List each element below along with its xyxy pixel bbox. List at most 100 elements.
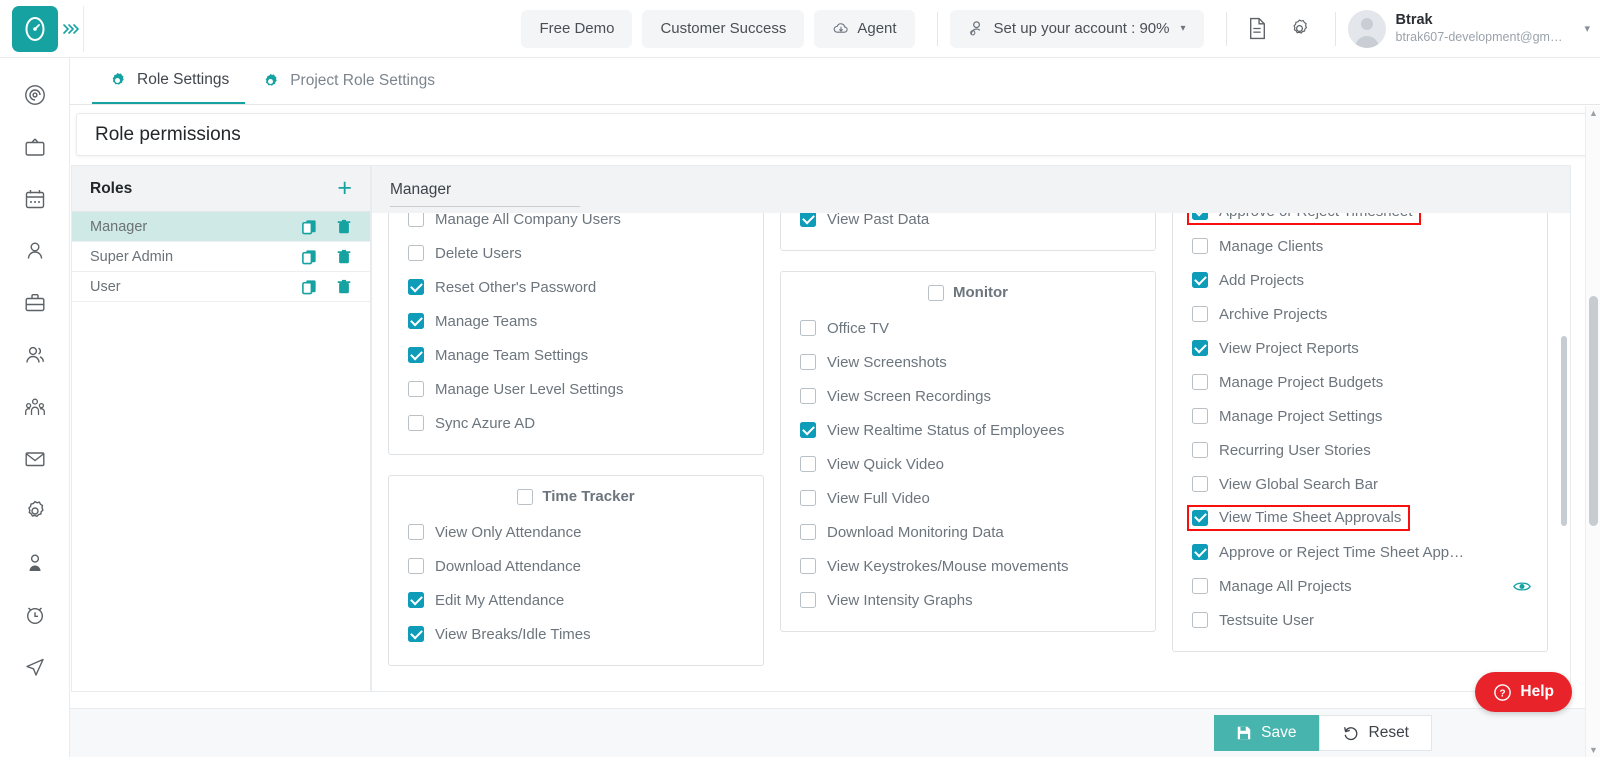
permission-checkbox[interactable]: [1192, 306, 1208, 322]
eye-icon-button[interactable]: [1513, 580, 1531, 593]
page-scrollbar[interactable]: ▲ ▼: [1585, 106, 1600, 757]
app-logo[interactable]: [12, 6, 58, 52]
permission-option[interactable]: View Past Data: [781, 213, 1155, 236]
permission-checkbox[interactable]: [408, 415, 424, 431]
permission-checkbox[interactable]: [1192, 340, 1208, 356]
sidebar-item-projects[interactable]: [13, 286, 57, 320]
permission-checkbox[interactable]: [800, 422, 816, 438]
delete-role-button[interactable]: [336, 248, 352, 266]
permission-checkbox[interactable]: [408, 592, 424, 608]
permission-option[interactable]: Manage Teams: [389, 304, 763, 338]
permission-option[interactable]: View Keystrokes/Mouse movements: [781, 549, 1155, 583]
add-role-button[interactable]: +: [337, 176, 352, 201]
scroll-up-arrow-icon[interactable]: ▲: [1589, 108, 1598, 118]
reset-button[interactable]: Reset: [1319, 715, 1433, 751]
tab-role-settings[interactable]: Role Settings: [92, 58, 245, 104]
permission-option[interactable]: View Project Reports: [1173, 331, 1547, 365]
sidebar-item-mail[interactable]: [13, 442, 57, 476]
permission-checkbox[interactable]: [800, 592, 816, 608]
permission-checkbox[interactable]: [1192, 408, 1208, 424]
permissions-scroll-area[interactable]: Edit Subordinate UsersManage All Company…: [372, 213, 1570, 692]
copy-role-button[interactable]: [301, 278, 318, 296]
permission-option[interactable]: Testsuite User: [1173, 603, 1547, 637]
permission-checkbox[interactable]: [408, 381, 424, 397]
sidebar-item-profile[interactable]: [13, 234, 57, 268]
permission-option[interactable]: Recurring User Stories: [1173, 433, 1547, 467]
settings-button[interactable]: [1281, 10, 1319, 48]
permission-checkbox[interactable]: [408, 313, 424, 329]
permission-option[interactable]: Manage Team Settings: [389, 338, 763, 372]
permission-option[interactable]: Add Projects: [1173, 263, 1547, 297]
permission-checkbox[interactable]: [408, 558, 424, 574]
permission-option[interactable]: Manage Project Settings: [1173, 399, 1547, 433]
permission-option[interactable]: View Global Search Bar: [1173, 467, 1547, 501]
permission-checkbox[interactable]: [800, 320, 816, 336]
permission-checkbox[interactable]: [800, 388, 816, 404]
permission-checkbox[interactable]: [1192, 578, 1208, 594]
permission-checkbox[interactable]: [800, 213, 816, 227]
permission-checkbox[interactable]: [408, 347, 424, 363]
tab-project-role-settings[interactable]: Project Role Settings: [245, 58, 451, 104]
permission-checkbox[interactable]: [1192, 238, 1208, 254]
permission-checkbox[interactable]: [800, 558, 816, 574]
permissions-scrollbar[interactable]: [1561, 336, 1567, 526]
delete-role-button[interactable]: [336, 278, 352, 296]
permission-option[interactable]: Download Monitoring Data: [781, 515, 1155, 549]
permission-option[interactable]: Archive Projects: [1173, 297, 1547, 331]
permission-option[interactable]: Manage All Company Users: [389, 213, 763, 236]
permission-checkbox[interactable]: [1192, 510, 1208, 526]
copy-role-button[interactable]: [301, 248, 318, 266]
permission-option[interactable]: Delete Users: [389, 236, 763, 270]
permission-checkbox[interactable]: [408, 245, 424, 261]
role-row[interactable]: Super Admin: [72, 242, 370, 272]
sidebar-item-office-tv[interactable]: [13, 130, 57, 164]
sidebar-item-organization[interactable]: [13, 390, 57, 424]
permission-option[interactable]: Sync Azure AD: [389, 406, 763, 440]
permission-checkbox[interactable]: [800, 354, 816, 370]
sidebar-item-navigation[interactable]: [13, 650, 57, 684]
permission-option[interactable]: View Screen Recordings: [781, 379, 1155, 413]
permission-option[interactable]: View Screenshots: [781, 345, 1155, 379]
save-button[interactable]: Save: [1214, 715, 1318, 751]
permission-option[interactable]: View Time Sheet Approvals: [1173, 501, 1547, 535]
permission-option[interactable]: Office TV: [781, 311, 1155, 345]
permission-checkbox[interactable]: [800, 456, 816, 472]
permission-option[interactable]: Download Attendance: [389, 549, 763, 583]
permission-option[interactable]: Edit My Attendance: [389, 583, 763, 617]
account-setup-button[interactable]: Set up your account : 90% ▾: [950, 10, 1204, 48]
copy-role-button[interactable]: [301, 218, 318, 236]
customer-success-button[interactable]: Customer Success: [642, 10, 804, 48]
permission-option[interactable]: Approve or Reject Timesheet: [1173, 213, 1547, 229]
sidebar-item-dashboard[interactable]: [13, 78, 57, 112]
card-select-all-checkbox[interactable]: [517, 489, 533, 505]
permission-checkbox[interactable]: [1192, 213, 1208, 220]
permission-option[interactable]: View Full Video: [781, 481, 1155, 515]
permission-option[interactable]: Manage Clients: [1173, 229, 1547, 263]
permission-checkbox[interactable]: [1192, 272, 1208, 288]
delete-role-button[interactable]: [336, 218, 352, 236]
permission-checkbox[interactable]: [1192, 544, 1208, 560]
permission-checkbox[interactable]: [800, 524, 816, 540]
card-select-all-checkbox[interactable]: [928, 285, 944, 301]
permission-checkbox[interactable]: [1192, 612, 1208, 628]
permission-checkbox[interactable]: [408, 626, 424, 642]
permission-option[interactable]: Manage All Projects: [1173, 569, 1547, 603]
agent-button[interactable]: Agent: [814, 10, 914, 48]
user-menu-chevron-down-icon[interactable]: ▾: [1584, 22, 1590, 35]
permission-checkbox[interactable]: [408, 213, 424, 227]
help-button[interactable]: ? Help: [1475, 672, 1572, 712]
sidebar-item-users[interactable]: [13, 546, 57, 580]
permission-option[interactable]: View Only Attendance: [389, 515, 763, 549]
sidebar-expand-button[interactable]: [58, 6, 84, 52]
permission-option[interactable]: Manage Project Budgets: [1173, 365, 1547, 399]
role-row[interactable]: Manager: [72, 212, 370, 242]
permission-option[interactable]: View Breaks/Idle Times: [389, 617, 763, 651]
sidebar-item-teams[interactable]: [13, 338, 57, 372]
permission-option[interactable]: View Quick Video: [781, 447, 1155, 481]
free-demo-button[interactable]: Free Demo: [521, 10, 632, 48]
permission-option[interactable]: View Realtime Status of Employees: [781, 413, 1155, 447]
permission-checkbox[interactable]: [408, 279, 424, 295]
permission-option[interactable]: View Intensity Graphs: [781, 583, 1155, 617]
permission-option[interactable]: Manage User Level Settings: [389, 372, 763, 406]
permission-checkbox[interactable]: [1192, 476, 1208, 492]
